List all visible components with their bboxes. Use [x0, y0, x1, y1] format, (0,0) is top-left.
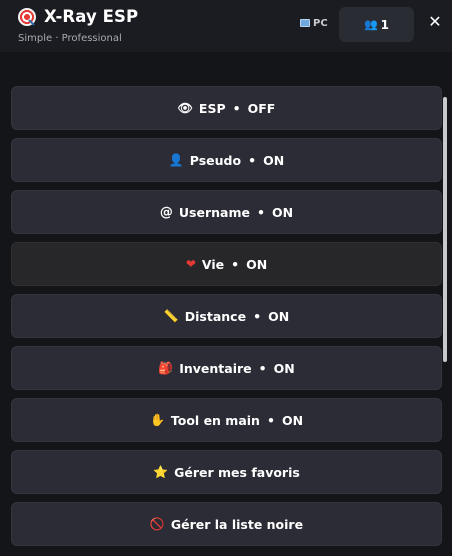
- app-title: X-Ray ESP: [44, 7, 139, 26]
- toggle-label: Pseudo: [189, 152, 242, 168]
- toggle-label: Tool en main: [170, 412, 260, 428]
- toggle-inventaire[interactable]: 🎒 Inventaire • ON: [11, 346, 442, 390]
- users-icon: 👥: [363, 18, 378, 31]
- close-button[interactable]: ✕: [428, 13, 442, 31]
- at-icon: @: [159, 204, 173, 220]
- app-subtitle: Simple · Professional: [18, 33, 122, 44]
- action-forbidden[interactable]: 🚫 Gérer la liste noire: [11, 502, 442, 546]
- action-label: Gérer mes favoris: [174, 464, 300, 480]
- action-label: Gérer la liste noire: [170, 516, 304, 532]
- platform-indicator: PC: [300, 18, 328, 29]
- backpack-icon: 🎒: [158, 361, 174, 375]
- platform-label: PC: [313, 18, 328, 29]
- toggle-label: Username: [178, 204, 250, 220]
- toggle-username[interactable]: @ Username • ON: [11, 190, 442, 234]
- user-icon: 👤: [168, 153, 184, 167]
- separator-dot: •: [253, 308, 262, 324]
- separator-dot: •: [232, 100, 241, 116]
- scrollbar-thumb[interactable]: [443, 97, 447, 362]
- toggle-state: ON: [268, 308, 290, 324]
- toggle-state: ON: [281, 412, 304, 428]
- toggle-label: Vie: [201, 256, 225, 272]
- toggle-label: Distance: [184, 308, 247, 324]
- heart-icon: ❤: [185, 257, 196, 271]
- separator-dot: •: [258, 360, 267, 376]
- separator-dot: •: [231, 256, 240, 272]
- toggle-state: ON: [263, 152, 285, 168]
- separator-dot: •: [256, 204, 265, 220]
- toggle-state: ON: [273, 360, 295, 376]
- ruler-icon: 📏: [163, 309, 179, 323]
- toggle-state: OFF: [247, 100, 276, 116]
- separator-dot: •: [266, 412, 275, 428]
- user-count: 1: [380, 17, 390, 32]
- toggle-distance[interactable]: 📏 Distance • ON: [11, 294, 442, 338]
- toggle-vie[interactable]: ❤ Vie • ON: [11, 242, 442, 286]
- header: X-Ray ESP Simple · Professional PC 👥 1 ✕: [0, 0, 452, 52]
- users-button[interactable]: 👥 1: [339, 7, 414, 42]
- star-icon: ⭐: [153, 465, 169, 479]
- xray-esp-window: X-Ray ESP Simple · Professional PC 👥 1 ✕…: [0, 0, 452, 556]
- target-logo-icon: [18, 8, 36, 26]
- toggle-tool-en-main[interactable]: ✋ Tool en main • ON: [11, 398, 442, 442]
- hand-icon: ✋: [149, 413, 165, 427]
- toggle-label: ESP: [198, 100, 226, 116]
- toggle-state: ON: [271, 204, 294, 220]
- toggle-label: Inventaire: [179, 360, 252, 376]
- toggle-pseudo[interactable]: 👤 Pseudo • ON: [11, 138, 442, 182]
- monitor-icon: [300, 18, 310, 27]
- forbidden-icon: 🚫: [149, 517, 165, 531]
- action-star[interactable]: ⭐ Gérer mes favoris: [11, 450, 442, 494]
- separator-dot: •: [248, 152, 257, 168]
- eye-icon: 👁: [177, 101, 193, 115]
- toggle-state: ON: [246, 256, 268, 272]
- toggle-esp[interactable]: 👁 ESP • OFF: [11, 86, 442, 130]
